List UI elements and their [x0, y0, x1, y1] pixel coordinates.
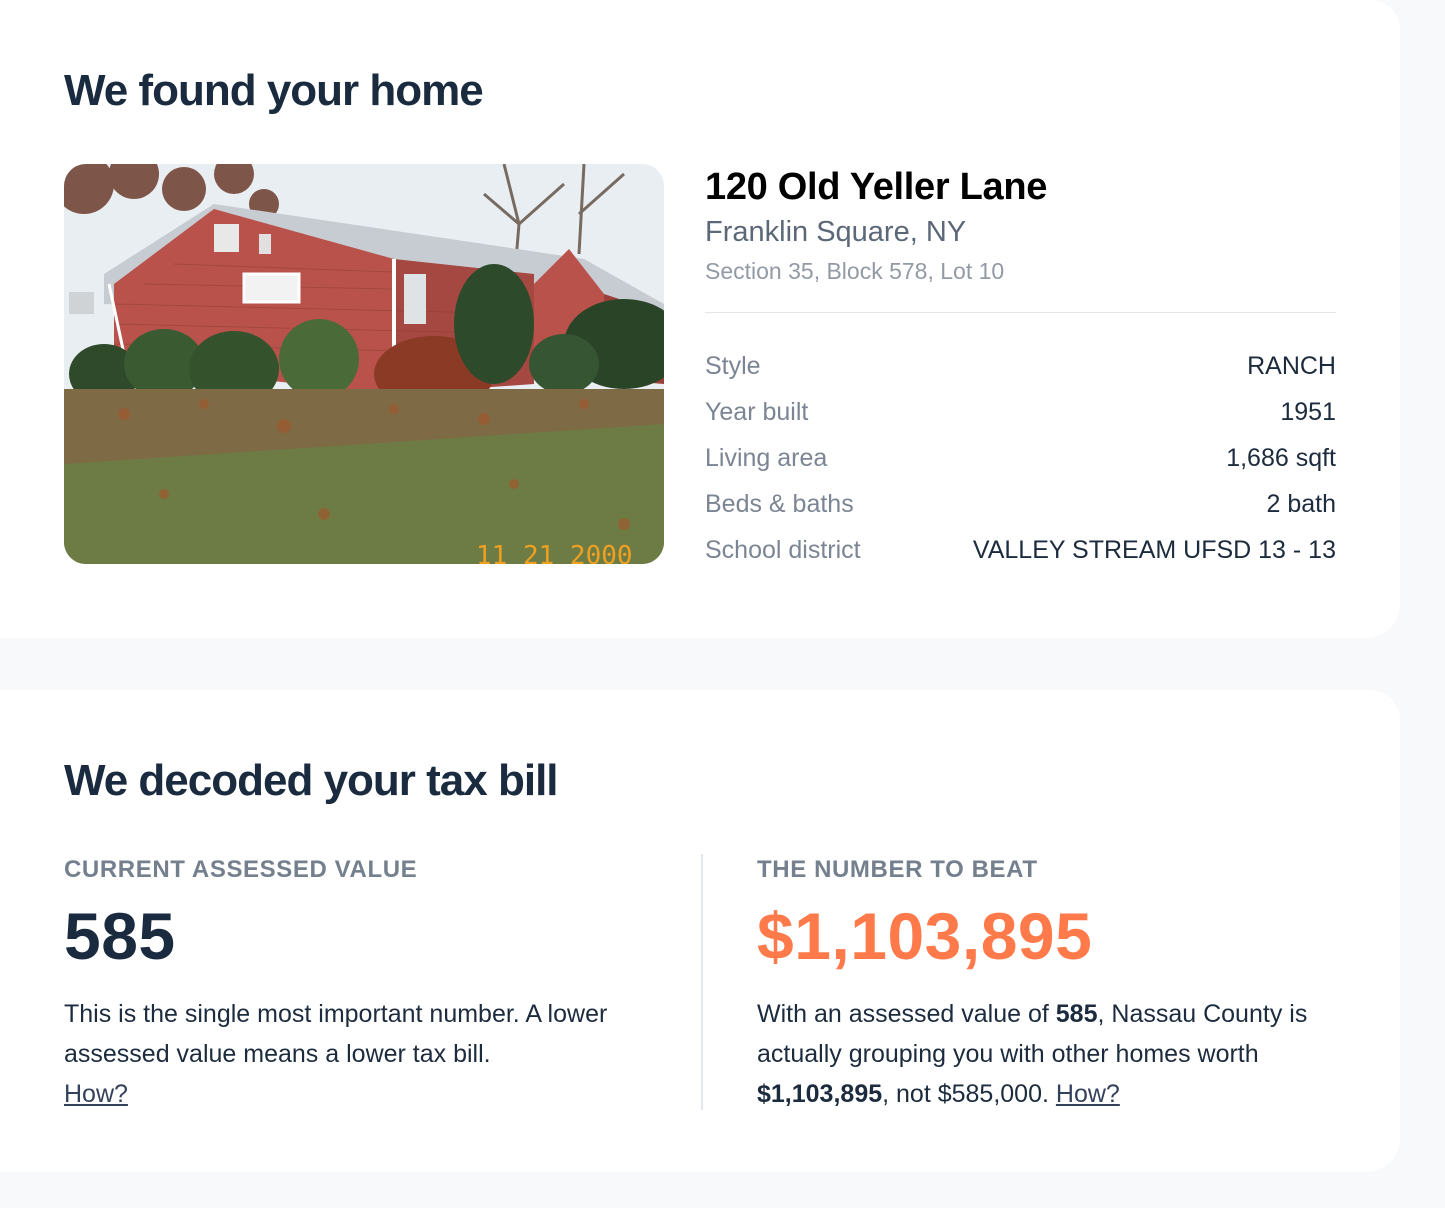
- assessed-value-description: This is the single most important number…: [64, 994, 644, 1114]
- assessed-value-label: CURRENT ASSESSED VALUE: [64, 856, 418, 883]
- fact-value: VALLEY STREAM UFSD 13 - 13: [972, 535, 1336, 564]
- number-to-beat-column: THE NUMBER TO BEAT $1,103,895 With an as…: [757, 852, 1357, 1114]
- desc-text-1: With an assessed value of: [757, 1000, 1056, 1028]
- number-to-beat-description: With an assessed value of 585, Nassau Co…: [757, 994, 1357, 1114]
- fact-value: RANCH: [1247, 351, 1336, 380]
- number-to-beat-label: THE NUMBER TO BEAT: [757, 856, 1038, 883]
- desc-text-3: , not $585,000.: [882, 1080, 1056, 1108]
- property-address: 120 Old Yeller Lane: [705, 166, 1048, 208]
- tax-section-title: We decoded your tax bill: [64, 756, 559, 805]
- details-divider: [705, 312, 1336, 313]
- fact-row-beds-baths: Beds & baths 2 bath: [705, 481, 1336, 527]
- fact-value: 2 bath: [1266, 489, 1336, 518]
- home-card: We found your home 11 21 2000 120 Old Ye…: [0, 0, 1400, 638]
- assessed-value-how-link[interactable]: How?: [64, 1080, 128, 1108]
- property-facts: Style RANCH Year built 1951 Living area …: [705, 343, 1336, 573]
- fact-row-living-area: Living area 1,686 sqft: [705, 435, 1336, 481]
- fact-label: Beds & baths: [705, 489, 854, 518]
- assessed-value-text: This is the single most important number…: [64, 1000, 608, 1068]
- number-to-beat-how-link[interactable]: How?: [1056, 1080, 1120, 1108]
- tax-card: We decoded your tax bill CURRENT ASSESSE…: [0, 690, 1400, 1172]
- fact-label: Living area: [705, 443, 828, 472]
- property-details: 120 Old Yeller Lane Franklin Square, NY …: [705, 164, 1336, 573]
- fact-row-style: Style RANCH: [705, 343, 1336, 389]
- assessed-value-column: CURRENT ASSESSED VALUE 585 This is the s…: [64, 852, 644, 1114]
- desc-bold-assessed: 585: [1055, 1000, 1098, 1028]
- column-divider: [701, 854, 703, 1110]
- photo-datestamp: 11 21 2000: [476, 541, 633, 564]
- fact-value: 1,686 sqft: [1226, 443, 1336, 472]
- home-section-title: We found your home: [64, 66, 484, 115]
- house-photo: 11 21 2000: [64, 164, 664, 564]
- fact-row-school-district: School district VALLEY STREAM UFSD 13 - …: [705, 527, 1336, 573]
- fact-row-year-built: Year built 1951: [705, 389, 1336, 435]
- desc-bold-value: $1,103,895: [757, 1080, 883, 1108]
- assessed-value: 585: [64, 899, 176, 973]
- fact-label: School district: [705, 535, 861, 564]
- house-illustration: 11 21 2000: [64, 164, 664, 564]
- number-to-beat-value: $1,103,895: [757, 899, 1093, 973]
- fact-label: Year built: [705, 397, 809, 426]
- property-city: Franklin Square, NY: [705, 216, 967, 248]
- fact-value: 1951: [1280, 397, 1336, 426]
- fact-label: Style: [705, 351, 761, 380]
- property-parcel: Section 35, Block 578, Lot 10: [705, 258, 1005, 284]
